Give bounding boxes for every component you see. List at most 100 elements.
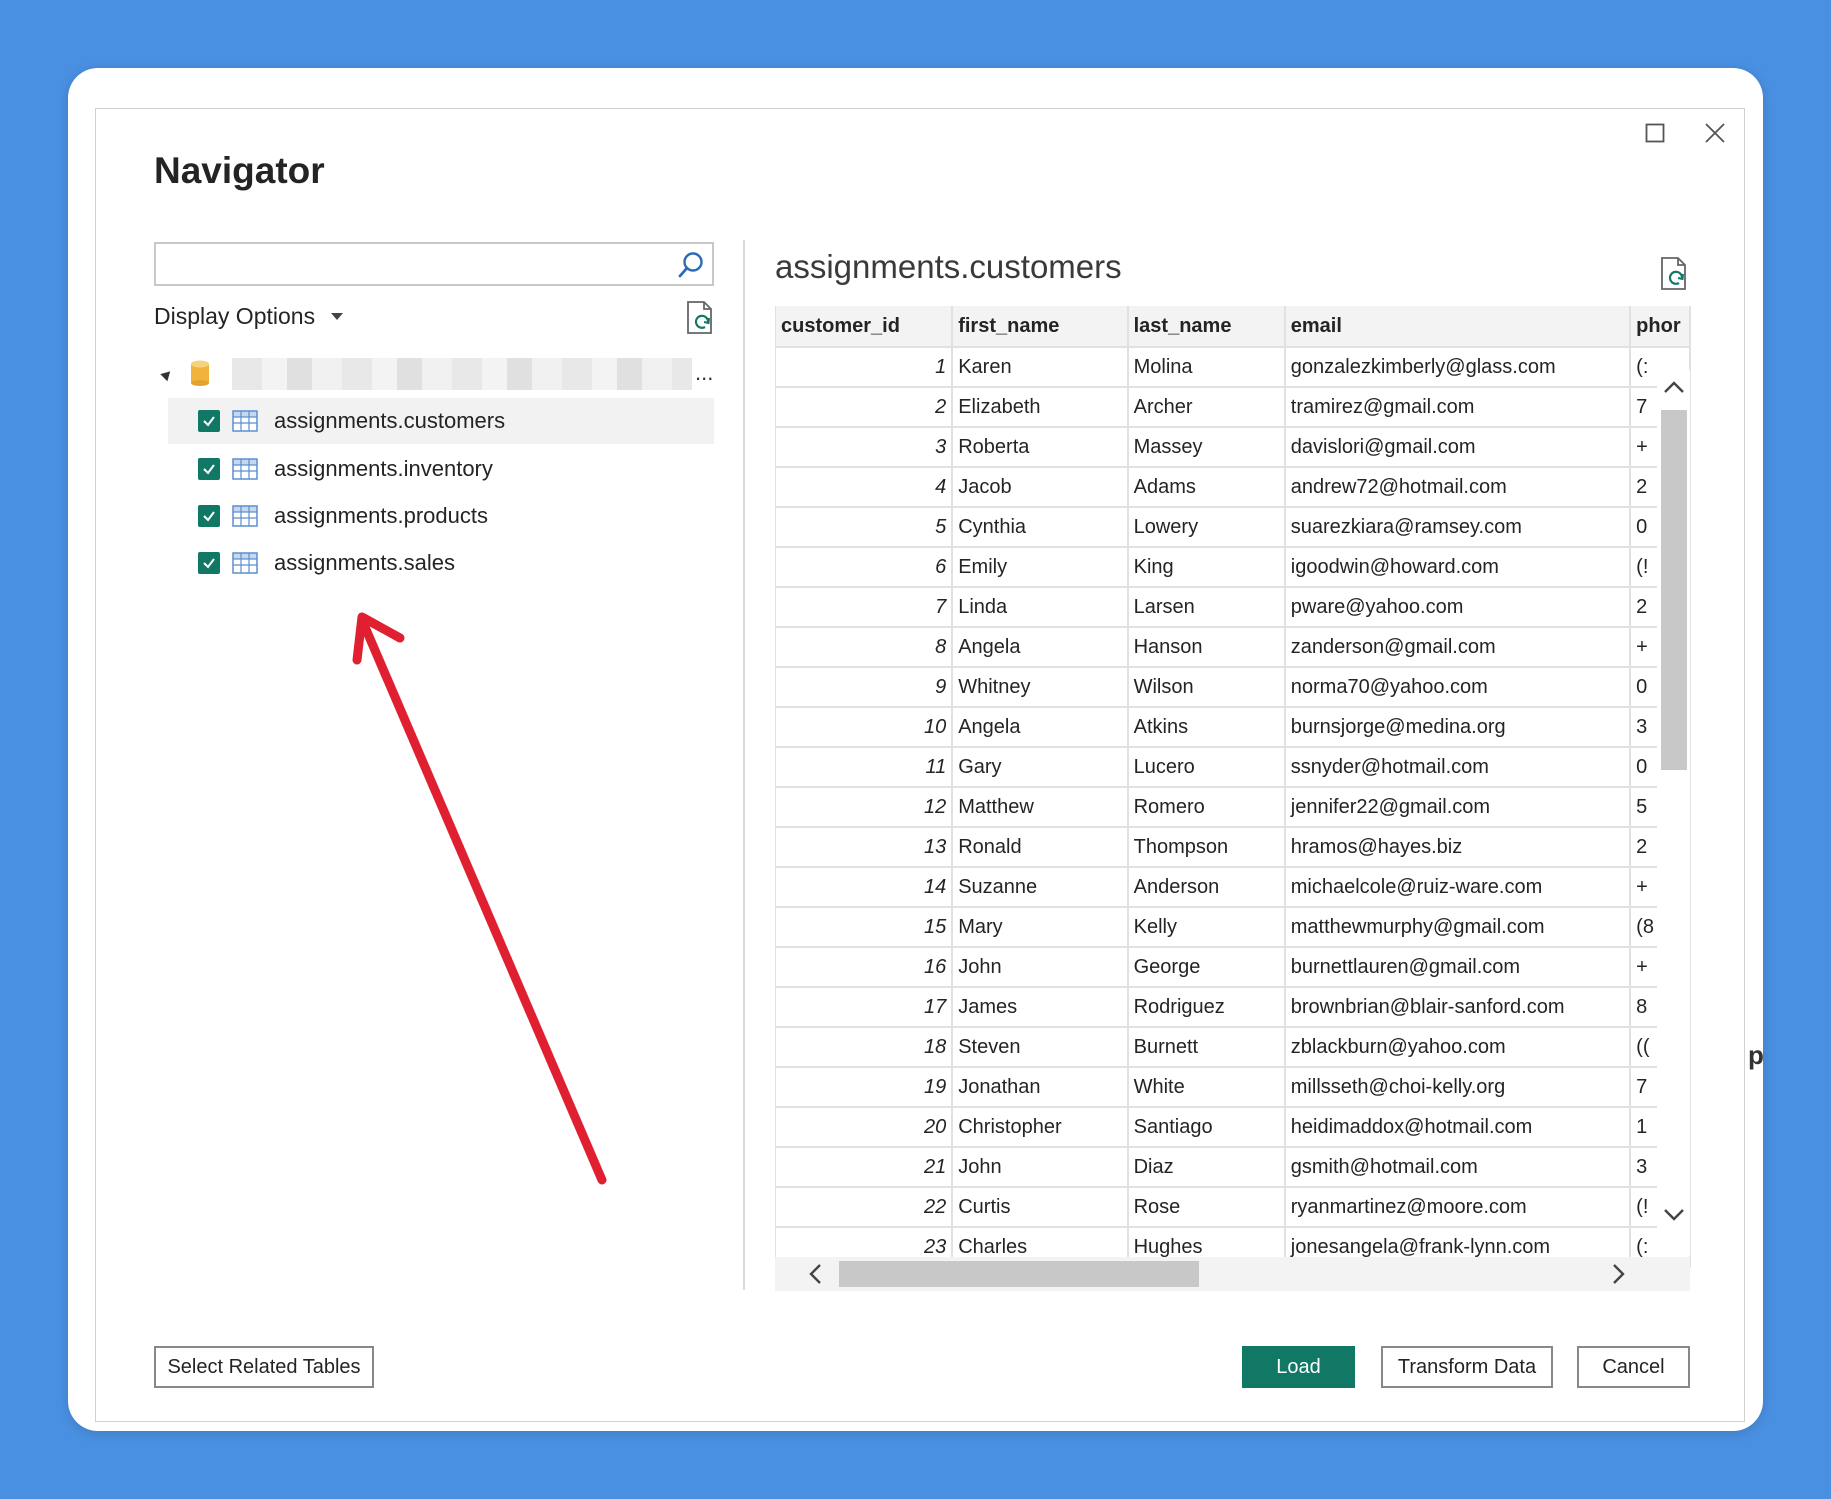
scroll-up-icon[interactable]	[1661, 374, 1687, 402]
table-row[interactable]: 15 Mary Kelly matthewmurphy@gmail.com (8	[776, 907, 1691, 948]
table-cell[interactable]: 13	[776, 827, 954, 868]
table-cell[interactable]: Whitney	[952, 667, 1129, 708]
table-cell[interactable]: andrew72@hotmail.com	[1284, 467, 1632, 508]
table-cell[interactable]: ssnyder@hotmail.com	[1284, 747, 1632, 788]
table-row[interactable]: 20 Christopher Santiago heidimaddox@hotmail…	[776, 1107, 1691, 1148]
table-cell[interactable]: 16	[776, 947, 954, 988]
table-cell[interactable]: jennifer22@gmail.com	[1284, 787, 1632, 828]
table-cell[interactable]: Suzanne	[952, 867, 1129, 908]
table-cell[interactable]: ryanmartinez@moore.com	[1284, 1187, 1632, 1228]
table-cell[interactable]: 17	[776, 987, 954, 1028]
table-cell[interactable]: Gary	[952, 747, 1129, 788]
table-cell[interactable]: Rose	[1127, 1187, 1286, 1228]
refresh-preview-icon[interactable]	[1658, 256, 1690, 292]
table-cell[interactable]: Rodriguez	[1127, 987, 1286, 1028]
table-cell[interactable]: Massey	[1127, 427, 1286, 468]
table-cell[interactable]: King	[1127, 547, 1286, 588]
table-cell[interactable]: Ronald	[952, 827, 1129, 868]
table-cell[interactable]: 21	[776, 1147, 954, 1188]
column-header[interactable]: phor	[1630, 306, 1691, 348]
table-row[interactable]: 22 Curtis Rose ryanmartinez@moore.com (!	[776, 1187, 1691, 1228]
table-cell[interactable]: suarezkiara@ramsey.com	[1284, 507, 1632, 548]
preview-grid[interactable]: customer_id first_name last_name email p…	[775, 306, 1691, 1291]
table-cell[interactable]: Angela	[952, 707, 1129, 748]
table-cell[interactable]: 3	[776, 427, 954, 468]
column-header[interactable]: email	[1284, 306, 1632, 348]
column-header[interactable]: last_name	[1127, 306, 1286, 348]
table-cell[interactable]: matthewmurphy@gmail.com	[1284, 907, 1632, 948]
table-cell[interactable]: hramos@hayes.biz	[1284, 827, 1632, 868]
horizontal-scroll-thumb[interactable]	[839, 1261, 1199, 1287]
table-row[interactable]: 5 Cynthia Lowery suarezkiara@ramsey.com 0	[776, 507, 1691, 548]
table-cell[interactable]: tramirez@gmail.com	[1284, 387, 1632, 428]
table-cell[interactable]: burnsjorge@medina.org	[1284, 707, 1632, 748]
table-row[interactable]: 4 Jacob Adams andrew72@hotmail.com 2	[776, 467, 1691, 508]
maximize-button[interactable]	[1640, 118, 1670, 148]
table-cell[interactable]: Christopher	[952, 1107, 1129, 1148]
table-cell[interactable]: George	[1127, 947, 1286, 988]
table-cell[interactable]: 22	[776, 1187, 954, 1228]
table-row[interactable]: 6 Emily King igoodwin@howard.com (!	[776, 547, 1691, 588]
table-cell[interactable]: Roberta	[952, 427, 1129, 468]
table-cell[interactable]: Steven	[952, 1027, 1129, 1068]
table-cell[interactable]: 6	[776, 547, 954, 588]
table-cell[interactable]: Lucero	[1127, 747, 1286, 788]
table-cell[interactable]: Curtis	[952, 1187, 1129, 1228]
table-cell[interactable]: 8	[776, 627, 954, 668]
table-cell[interactable]: Elizabeth	[952, 387, 1129, 428]
checkbox-checked-icon[interactable]	[198, 410, 220, 432]
table-row[interactable]: 10 Angela Atkins burnsjorge@medina.org 3	[776, 707, 1691, 748]
table-cell[interactable]: zblackburn@yahoo.com	[1284, 1027, 1632, 1068]
table-cell[interactable]: 10	[776, 707, 954, 748]
table-row[interactable]: 17 James Rodriguez brownbrian@blair-sanford…	[776, 987, 1691, 1028]
table-item-assignments-customers[interactable]: assignments.customers	[168, 398, 714, 444]
table-cell[interactable]: 20	[776, 1107, 954, 1148]
table-cell[interactable]: zanderson@gmail.com	[1284, 627, 1632, 668]
table-cell[interactable]: davislori@gmail.com	[1284, 427, 1632, 468]
table-cell[interactable]: Molina	[1127, 347, 1286, 388]
table-cell[interactable]: John	[952, 947, 1129, 988]
table-cell[interactable]: 15	[776, 907, 954, 948]
table-row[interactable]: 18 Steven Burnett zblackburn@yahoo.com((	[776, 1027, 1691, 1068]
table-row[interactable]: 1 Karen Molina gonzalezkimberly@glass.com (:	[776, 347, 1691, 388]
transform-data-button[interactable]: Transform Data	[1381, 1346, 1553, 1388]
table-cell[interactable]: 18	[776, 1027, 954, 1068]
table-row[interactable]: 7 Linda Larsen pware@yahoo.com 2	[776, 587, 1691, 628]
table-cell[interactable]: millsseth@choi-kelly.org	[1284, 1067, 1632, 1108]
table-cell[interactable]: michaelcole@ruiz-ware.com	[1284, 867, 1632, 908]
scroll-left-icon[interactable]	[801, 1259, 831, 1289]
table-cell[interactable]: John	[952, 1147, 1129, 1188]
table-cell[interactable]: Anderson	[1127, 867, 1286, 908]
table-cell[interactable]: igoodwin@howard.com	[1284, 547, 1632, 588]
table-row[interactable]: 3 Roberta Massey davislori@gmail.com +	[776, 427, 1691, 468]
table-cell[interactable]: pware@yahoo.com	[1284, 587, 1632, 628]
table-row[interactable]: 2 Elizabeth Archer tramirez@gmail.com 7	[776, 387, 1691, 428]
table-cell[interactable]: Diaz	[1127, 1147, 1286, 1188]
table-cell[interactable]: gsmith@hotmail.com	[1284, 1147, 1632, 1188]
pane-divider[interactable]	[743, 240, 745, 1290]
load-button[interactable]: Load	[1242, 1346, 1355, 1388]
horizontal-scrollbar[interactable]	[775, 1257, 1690, 1291]
table-cell[interactable]: brownbrian@blair-sanford.com	[1284, 987, 1632, 1028]
table-cell[interactable]: Mary	[952, 907, 1129, 948]
table-cell[interactable]: Angela	[952, 627, 1129, 668]
table-item-assignments-sales[interactable]: assignments.sales	[168, 540, 714, 586]
table-cell[interactable]: Kelly	[1127, 907, 1286, 948]
table-cell[interactable]: Archer	[1127, 387, 1286, 428]
refresh-icon[interactable]	[684, 300, 716, 336]
table-cell[interactable]: 19	[776, 1067, 954, 1108]
table-item-assignments-products[interactable]: assignments.products	[168, 493, 714, 539]
scroll-right-icon[interactable]	[1603, 1259, 1633, 1289]
table-cell[interactable]: Matthew	[952, 787, 1129, 828]
table-cell[interactable]: 11	[776, 747, 954, 788]
table-row[interactable]: 12 Matthew Romero jennifer22@gmail.com 5	[776, 787, 1691, 828]
table-row[interactable]: 19 Jonathan White millsseth@choi-kelly.org 7	[776, 1067, 1691, 1108]
checkbox-checked-icon[interactable]	[198, 552, 220, 574]
table-cell[interactable]: 1	[776, 347, 954, 388]
expand-triangle-icon[interactable]	[160, 367, 174, 382]
table-cell[interactable]: Karen	[952, 347, 1129, 388]
table-row[interactable]: 8 Angela Hanson zanderson@gmail.com +	[776, 627, 1691, 668]
table-row[interactable]: 11 Gary Lucero ssnyder@hotmail.com 0	[776, 747, 1691, 788]
vertical-scrollbar[interactable]	[1657, 370, 1690, 1256]
table-cell[interactable]: Linda	[952, 587, 1129, 628]
